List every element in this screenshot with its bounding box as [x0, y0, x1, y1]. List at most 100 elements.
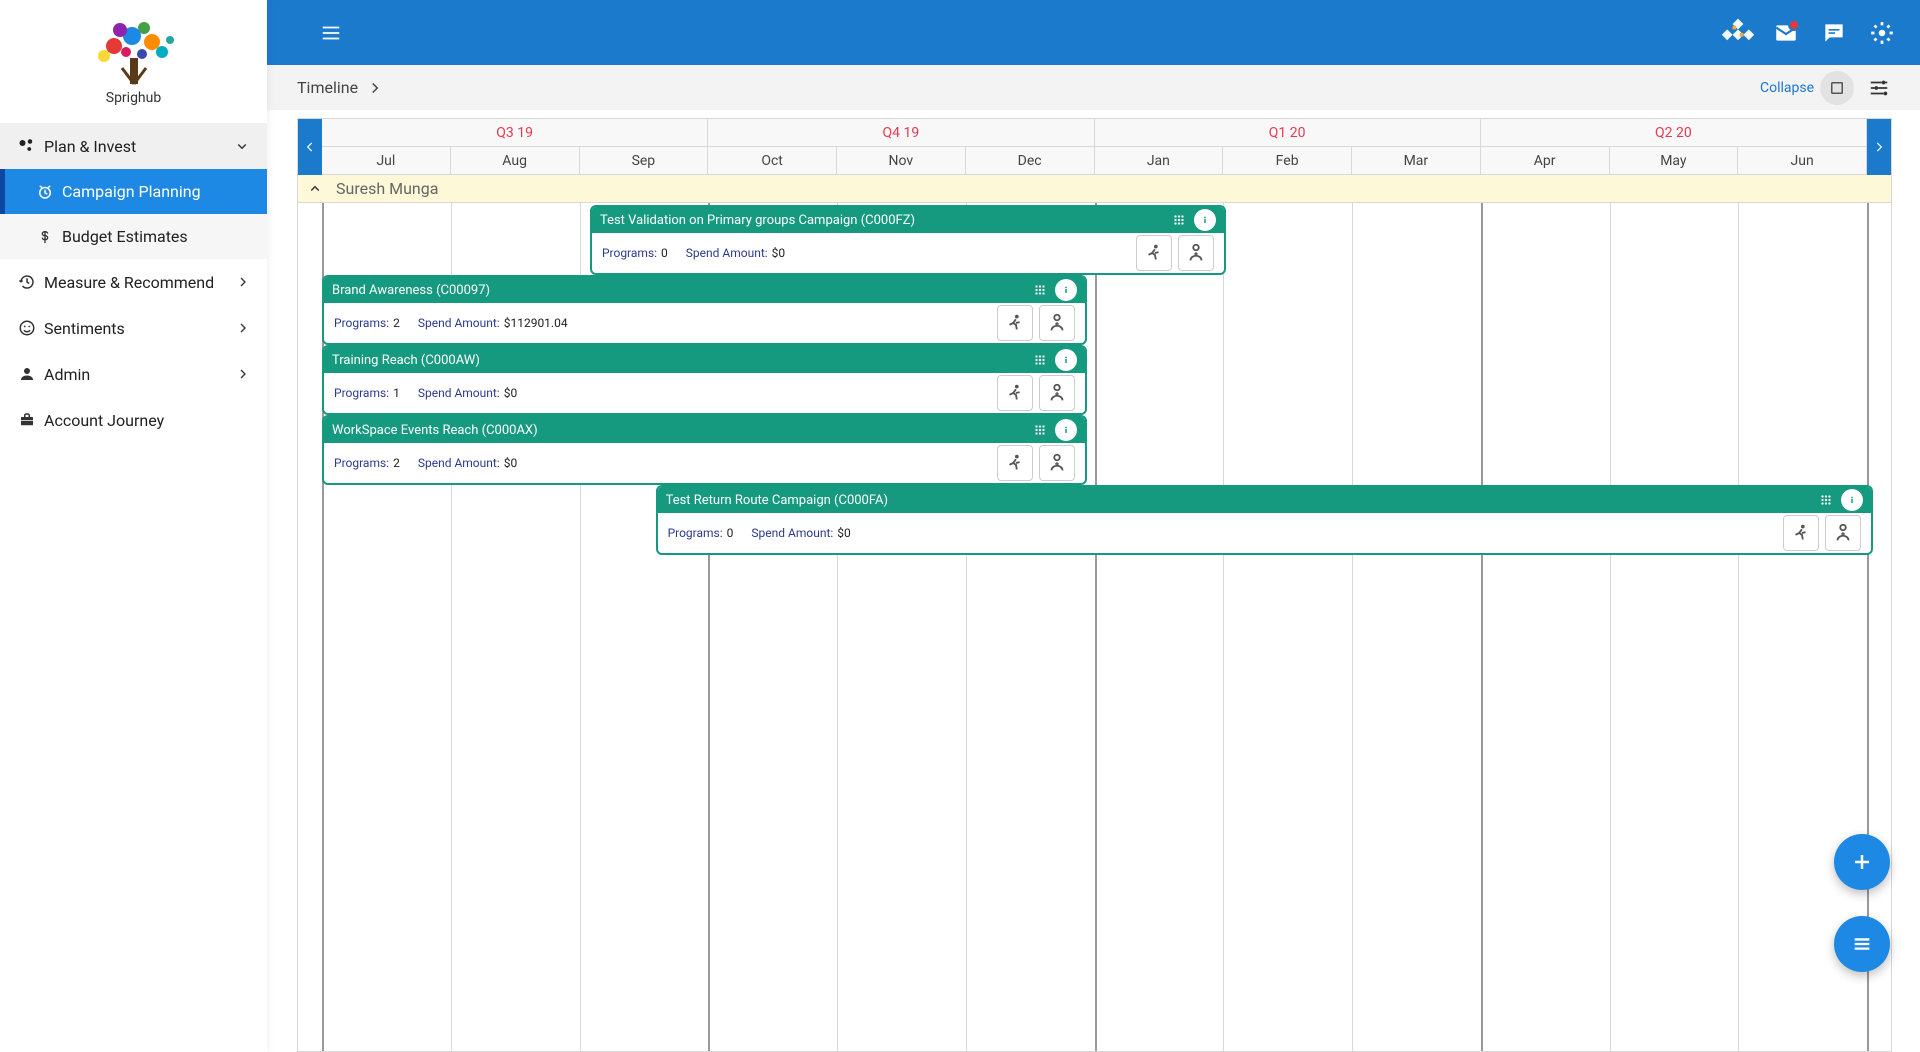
drag-icon[interactable]: [1029, 279, 1051, 301]
info-icon[interactable]: [1055, 419, 1077, 441]
campaign-title: Test Return Route Campaign (C000FA): [666, 493, 1811, 508]
nav-account-journey[interactable]: Account Journey: [0, 397, 267, 443]
nav-plan-invest[interactable]: Plan & Invest: [0, 123, 267, 169]
owner-row: Suresh Munga: [298, 175, 1891, 203]
drag-icon[interactable]: [1168, 209, 1190, 231]
mail-icon[interactable]: [1762, 9, 1810, 57]
campaign-card[interactable]: Test Validation on Primary groups Campai…: [590, 205, 1226, 275]
chevron-down-icon: [233, 137, 251, 155]
timeline-grid: Test Validation on Primary groups Campai…: [322, 203, 1867, 1052]
campaign-body: Programs: 2 Spend Amount: $0: [324, 443, 1085, 483]
runner-icon[interactable]: [1783, 515, 1819, 551]
nav-budget-estimates[interactable]: Budget Estimates: [0, 214, 267, 259]
month-cell: Jan: [1095, 147, 1224, 174]
manager-icon[interactable]: [1825, 515, 1861, 551]
nav-campaign-planning[interactable]: Campaign Planning: [0, 169, 267, 214]
month-cell: Mar: [1352, 147, 1481, 174]
quarter-cell: Q4 19: [708, 119, 1094, 146]
collapse-checkbox[interactable]: [1820, 71, 1854, 105]
menu-toggle[interactable]: [311, 13, 351, 53]
smile-icon: [16, 319, 38, 337]
campaign-body: Programs: 1 Spend Amount: $0: [324, 373, 1085, 413]
nav-label: Account Journey: [44, 411, 164, 430]
collapse-label[interactable]: Collapse: [1760, 80, 1814, 96]
runner-icon[interactable]: [997, 375, 1033, 411]
spend-value: $0: [772, 246, 786, 260]
campaign-card[interactable]: Training Reach (C000AW) Programs: 1 Spen…: [322, 345, 1087, 415]
timeline-next[interactable]: [1867, 119, 1891, 175]
logo: Sprighub: [0, 0, 267, 123]
drag-icon[interactable]: [1815, 489, 1837, 511]
programs-label: Programs:: [602, 246, 657, 260]
manager-icon[interactable]: [1039, 445, 1075, 481]
quarter-header: Q3 19 Q4 19 Q1 20 Q2 20: [322, 119, 1867, 147]
collapse-owner-icon[interactable]: [306, 180, 324, 198]
campaign-header: Test Return Route Campaign (C000FA): [658, 487, 1871, 513]
spend-label: Spend Amount:: [418, 316, 500, 330]
settings-icon[interactable]: [1858, 9, 1906, 57]
user-icon: [16, 365, 38, 383]
app-logo-icon[interactable]: [1714, 9, 1762, 57]
info-icon[interactable]: [1055, 349, 1077, 371]
spend-value: $0: [837, 526, 851, 540]
month-cell: Feb: [1223, 147, 1352, 174]
runner-icon[interactable]: [997, 445, 1033, 481]
spend-label: Spend Amount:: [686, 246, 768, 260]
programs-value: 2: [393, 456, 400, 470]
month-cell: Jul: [322, 147, 451, 174]
campaign-card[interactable]: WorkSpace Events Reach (C000AX) Programs…: [322, 415, 1087, 485]
fab-add[interactable]: [1834, 834, 1890, 890]
manager-icon[interactable]: [1039, 305, 1075, 341]
campaign-card[interactable]: Brand Awareness (C00097) Programs: 2 Spe…: [322, 275, 1087, 345]
month-cell: May: [1610, 147, 1739, 174]
chevron-right-icon: [366, 79, 384, 97]
nav-label: Admin: [44, 365, 90, 384]
sidebar: Sprighub Plan & Invest Campaign Planning…: [0, 0, 267, 1052]
spend-label: Spend Amount:: [418, 386, 500, 400]
spend-label: Spend Amount:: [418, 456, 500, 470]
info-icon[interactable]: [1841, 489, 1863, 511]
campaign-header: Test Validation on Primary groups Campai…: [592, 207, 1224, 233]
month-header: JulAugSepOctNovDecJanFebMarAprMayJun: [322, 147, 1867, 175]
programs-label: Programs:: [334, 456, 389, 470]
manager-icon[interactable]: [1178, 235, 1214, 271]
brand-tree-icon: [74, 18, 194, 88]
timeline-prev[interactable]: [298, 119, 322, 175]
programs-label: Programs:: [668, 526, 723, 540]
programs-value: 0: [661, 246, 668, 260]
campaign-header: Training Reach (C000AW): [324, 347, 1085, 373]
programs-label: Programs:: [334, 316, 389, 330]
manager-icon[interactable]: [1039, 375, 1075, 411]
fab-list[interactable]: [1834, 916, 1890, 972]
drag-icon[interactable]: [1029, 349, 1051, 371]
nav-admin[interactable]: Admin: [0, 351, 267, 397]
campaign-title: Brand Awareness (C00097): [332, 283, 1025, 298]
brand-name: Sprighub: [106, 90, 161, 106]
owner-name: Suresh Munga: [336, 179, 438, 198]
nav-measure-recommend[interactable]: Measure & Recommend: [0, 259, 267, 305]
nav-label: Measure & Recommend: [44, 273, 214, 292]
spend-value: $0: [504, 456, 518, 470]
history-icon: [16, 273, 38, 291]
info-icon[interactable]: [1055, 279, 1077, 301]
month-cell: Nov: [837, 147, 966, 174]
quarter-cell: Q1 20: [1095, 119, 1481, 146]
info-icon[interactable]: [1194, 209, 1216, 231]
month-cell: Oct: [708, 147, 837, 174]
campaign-card[interactable]: Test Return Route Campaign (C000FA) Prog…: [656, 485, 1873, 555]
tune-icon[interactable]: [1868, 77, 1890, 99]
programs-value: 0: [727, 526, 734, 540]
chat-icon[interactable]: [1810, 9, 1858, 57]
nav-label: Budget Estimates: [62, 227, 188, 246]
alarm-icon: [34, 183, 56, 201]
chevron-right-icon: [235, 320, 251, 336]
campaign-title: WorkSpace Events Reach (C000AX): [332, 423, 1025, 438]
runner-icon[interactable]: [1136, 235, 1172, 271]
nav-label: Sentiments: [44, 319, 125, 338]
runner-icon[interactable]: [997, 305, 1033, 341]
month-cell: Dec: [966, 147, 1095, 174]
programs-value: 1: [393, 386, 400, 400]
drag-icon[interactable]: [1029, 419, 1051, 441]
nav-sentiments[interactable]: Sentiments: [0, 305, 267, 351]
notification-badge: [1788, 19, 1800, 31]
